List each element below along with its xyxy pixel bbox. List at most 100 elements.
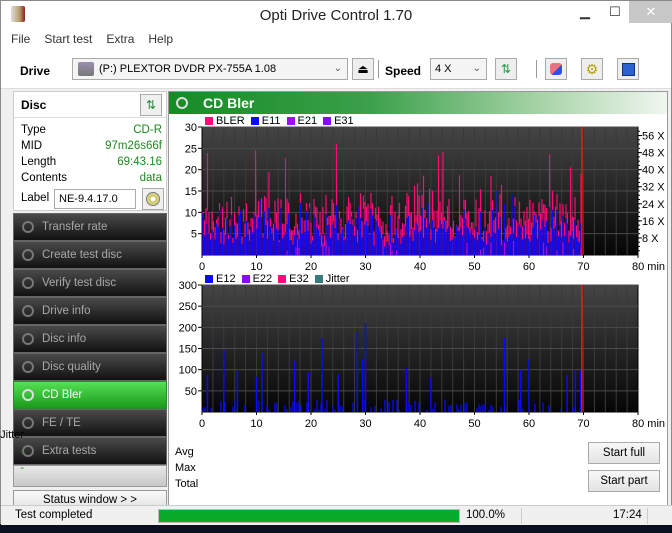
chevron-down-icon: ⌄: [333, 63, 342, 74]
disc-row-length: Length 69:43.16: [21, 156, 162, 172]
eject-button[interactable]: ⏏: [352, 58, 374, 80]
app-window: Opti Drive Control 1.70 ▁ ☐ ✕ File Start…: [0, 0, 672, 525]
stats-row-label: Total: [175, 478, 199, 490]
toolbar: Drive (P:) PLEXTOR DVDR PX-755A 1.08 ⌄ ⏏…: [1, 49, 671, 89]
x-tick-label: 60: [523, 418, 535, 428]
disc-icon: [22, 221, 34, 233]
nav-item-label: Disc quality: [42, 361, 101, 373]
disc-icon: [22, 305, 34, 317]
y-tick-label: 25: [185, 143, 197, 155]
main-panel: CD Bler BLER E11 E21 E31 E12 E22 E32 Jit…: [0, 91, 668, 507]
bler-charts: 510152025300 10 20 30 40 50 60 70 80 min8 X16 X2…: [179, 122, 666, 428]
divider: [378, 60, 379, 78]
menu-extra[interactable]: Extra: [106, 29, 134, 49]
status-bar: Test completed 100.0% 17:24: [1, 505, 672, 525]
label-input[interactable]: NE-9.4.17.0: [54, 189, 136, 209]
stats-row-label: Avg: [175, 446, 194, 458]
disc-value: data: [139, 172, 162, 184]
disc-icon: [22, 417, 34, 429]
nav-item-verify-test-disc[interactable]: Verify test disc: [13, 269, 167, 297]
x-tick-label: 30: [359, 261, 371, 273]
x-tick-label: 70: [577, 418, 589, 428]
speed-select[interactable]: 4 X ⌄: [430, 58, 487, 80]
x-tick-label: 30: [359, 418, 371, 428]
nav-item-disc-quality[interactable]: Disc quality: [13, 353, 167, 381]
close-button[interactable]: ✕: [629, 1, 672, 23]
settings-icon: ⚙: [585, 60, 599, 77]
y-tick-label: 200: [179, 322, 197, 334]
menu-help[interactable]: Help: [148, 29, 173, 49]
y-tick-label: 300: [179, 280, 197, 292]
disc-icon: [22, 277, 34, 289]
x-tick-label: 10: [250, 261, 262, 273]
maximize-button[interactable]: ☐: [599, 1, 631, 23]
disc-value: CD-R: [133, 124, 162, 136]
y-tick-label: 15: [185, 186, 197, 198]
stats-row-label: Max: [175, 462, 196, 474]
disc-icon: [22, 249, 34, 261]
chevron-down-icon: ⌄: [472, 63, 481, 74]
divider: [536, 60, 537, 78]
speed-value: 4 X: [435, 63, 452, 75]
progress-bar: [158, 509, 460, 523]
refresh-icon: ⇅: [500, 62, 512, 76]
x-tick-label: 50: [468, 261, 480, 273]
nav-item-label: CD Bler: [42, 389, 83, 401]
x-tick-label: 40: [414, 261, 426, 273]
nav-item-label: Disc info: [42, 333, 87, 345]
left-panel: Disc ⇅ Type CD-R MID 97m26s66f Length 69:43…: [13, 91, 167, 510]
nav-item-create-test-disc[interactable]: Create test disc: [13, 241, 167, 269]
menu-bar: File Start test Extra Help: [1, 29, 671, 49]
nav-item-label: Verify test disc: [42, 277, 117, 289]
y-tick-label: 5: [191, 229, 197, 241]
nav-item-label: Extra tests: [42, 445, 97, 457]
nav-item-transfer-rate[interactable]: Transfer rate: [13, 213, 167, 241]
y2-tick-label: 8 X: [642, 233, 659, 245]
disc-icon: [22, 389, 34, 401]
erase-button[interactable]: [545, 58, 567, 80]
nav-item-extra-tests[interactable]: Extra tests: [13, 437, 167, 465]
disc-key: Contents: [21, 172, 68, 184]
nav-item-disc-info[interactable]: Disc info: [13, 325, 167, 353]
y-tick-label: 100: [179, 365, 197, 377]
nav-item-cd-bler[interactable]: CD Bler: [13, 381, 167, 409]
disc-icon: [22, 333, 34, 345]
save-button[interactable]: [617, 58, 639, 80]
progress-fill: [159, 510, 459, 522]
disc-key: MID: [21, 140, 43, 152]
label-key: Label: [21, 192, 50, 204]
y-tick-label: 10: [185, 207, 197, 219]
y-tick-label: 250: [179, 301, 197, 313]
settings-button[interactable]: ⚙: [581, 58, 603, 80]
minimize-button[interactable]: ▁: [569, 1, 601, 23]
refresh-icon: ⇅: [145, 98, 157, 112]
nav-item-label: Transfer rate: [42, 221, 108, 233]
nav-item-drive-info[interactable]: Drive info: [13, 297, 167, 325]
status-text: Test completed: [15, 509, 93, 521]
nav-spacer: [13, 465, 167, 487]
nav-item-fe-te[interactable]: FE / TE: [13, 409, 167, 437]
start-full-button[interactable]: Start full: [588, 442, 660, 464]
label-cd-button[interactable]: [142, 188, 164, 210]
nav-item-label: Create test disc: [42, 249, 122, 261]
disc-title: Disc: [21, 98, 47, 112]
menu-start-test[interactable]: Start test: [44, 29, 92, 49]
x-tick-label: 80 min: [632, 418, 665, 428]
y-tick-label: 30: [185, 122, 197, 134]
disc-row-mid: MID 97m26s66f: [21, 140, 162, 156]
x-tick-label: 20: [305, 261, 317, 273]
divider: [647, 508, 648, 524]
drive-select[interactable]: (P:) PLEXTOR DVDR PX-755A 1.08 ⌄: [72, 58, 348, 80]
disc-icon: [22, 361, 34, 373]
nav-item-label: Drive info: [42, 305, 91, 317]
x-tick-label: 20: [305, 418, 317, 428]
x-tick-label: 80 min: [632, 261, 665, 273]
refresh-speed-button[interactable]: ⇅: [495, 58, 517, 80]
nav-list: Transfer rate Create test disc Verify test…: [13, 213, 167, 465]
drive-icon: [78, 62, 94, 76]
start-part-button[interactable]: Start part: [588, 470, 660, 492]
stats-cell: -: [20, 462, 24, 474]
y2-tick-label: 48 X: [642, 148, 665, 160]
disc-refresh-button[interactable]: ⇅: [140, 94, 162, 116]
menu-file[interactable]: File: [11, 29, 30, 49]
